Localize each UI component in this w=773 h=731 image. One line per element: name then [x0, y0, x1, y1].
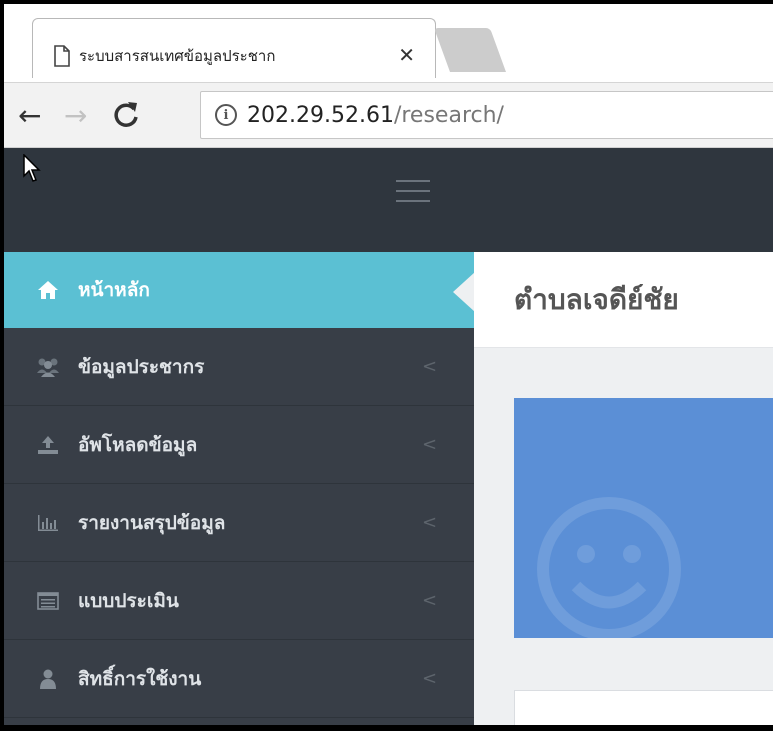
page-icon	[54, 45, 70, 67]
sidebar-item-label: แบบประเมิน	[78, 589, 179, 612]
close-icon[interactable]: ✕	[398, 43, 415, 67]
sidebar-item-label: หน้าหลัก	[78, 279, 150, 301]
address-bar[interactable]: i 202.29.52.61 /research/	[200, 91, 773, 139]
chevron-left-icon: <	[422, 668, 438, 689]
main-content: ตำบลเจดีย์ชัย	[474, 252, 773, 725]
reload-icon[interactable]	[112, 99, 140, 131]
browser-tab[interactable]: ระบบสารสนเทศข้อมูลประชาก ✕	[32, 18, 436, 78]
upload-icon	[36, 434, 60, 456]
url-path: /research/	[393, 102, 504, 128]
hamburger-menu-icon[interactable]	[396, 180, 430, 206]
sidebar-item-population[interactable]: ข้อมูลประชากร <	[4, 328, 474, 406]
bar-chart-icon	[36, 512, 60, 534]
sidebar-item-permissions[interactable]: สิทธิ์การใช้งาน <	[4, 640, 474, 718]
sidebar-item-assessment[interactable]: แบบประเมิน <	[4, 562, 474, 640]
new-tab-button[interactable]	[433, 28, 507, 72]
back-arrow-icon[interactable]: ←	[18, 99, 41, 132]
tab-title: ระบบสารสนเทศข้อมูลประชาก	[79, 47, 276, 65]
content-header: ตำบลเจดีย์ชัย	[474, 252, 773, 348]
sidebar-item-home[interactable]: หน้าหลัก	[4, 252, 475, 328]
home-icon	[36, 279, 60, 301]
screenshot-frame: ระบบสารสนเทศข้อมูลประชาก ✕ ← → i 202.29.…	[0, 0, 773, 731]
app-header	[4, 148, 773, 252]
sidebar-item-label: อัพโหลดข้อมูล	[78, 433, 198, 456]
page-title: ตำบลเจดีย์ชัย	[514, 283, 679, 316]
chevron-left-icon: <	[422, 512, 438, 533]
url-host: 202.29.52.61	[247, 102, 394, 128]
sidebar-item-label: ข้อมูลประชากร	[78, 355, 205, 378]
user-icon	[36, 668, 60, 690]
smiley-icon	[537, 497, 681, 638]
mouse-cursor-icon	[23, 154, 41, 182]
forward-arrow-icon[interactable]: →	[64, 99, 87, 132]
sidebar: หน้าหลัก ข้อมูลประชากร < อัพโหลดข้อมูล <…	[4, 252, 475, 725]
browser-tabstrip: ระบบสารสนเทศข้อมูลประชาก ✕	[4, 4, 773, 82]
users-icon	[36, 356, 60, 378]
browser-toolbar: ← → i 202.29.52.61 /research/	[4, 82, 773, 148]
stat-card[interactable]	[514, 398, 773, 638]
list-icon	[36, 590, 60, 612]
sidebar-item-label: สิทธิ์การใช้งาน	[78, 667, 202, 690]
info-icon[interactable]: i	[215, 104, 237, 126]
content-card	[514, 690, 773, 725]
chevron-left-icon: <	[422, 434, 438, 455]
chevron-left-icon: <	[422, 356, 438, 377]
sidebar-item-report[interactable]: รายงานสรุปข้อมูล <	[4, 484, 474, 562]
sidebar-item-label: รายงานสรุปข้อมูล	[78, 511, 226, 534]
sidebar-item-upload[interactable]: อัพโหลดข้อมูล <	[4, 406, 474, 484]
chevron-left-icon: <	[422, 590, 438, 611]
active-indicator	[453, 272, 475, 312]
